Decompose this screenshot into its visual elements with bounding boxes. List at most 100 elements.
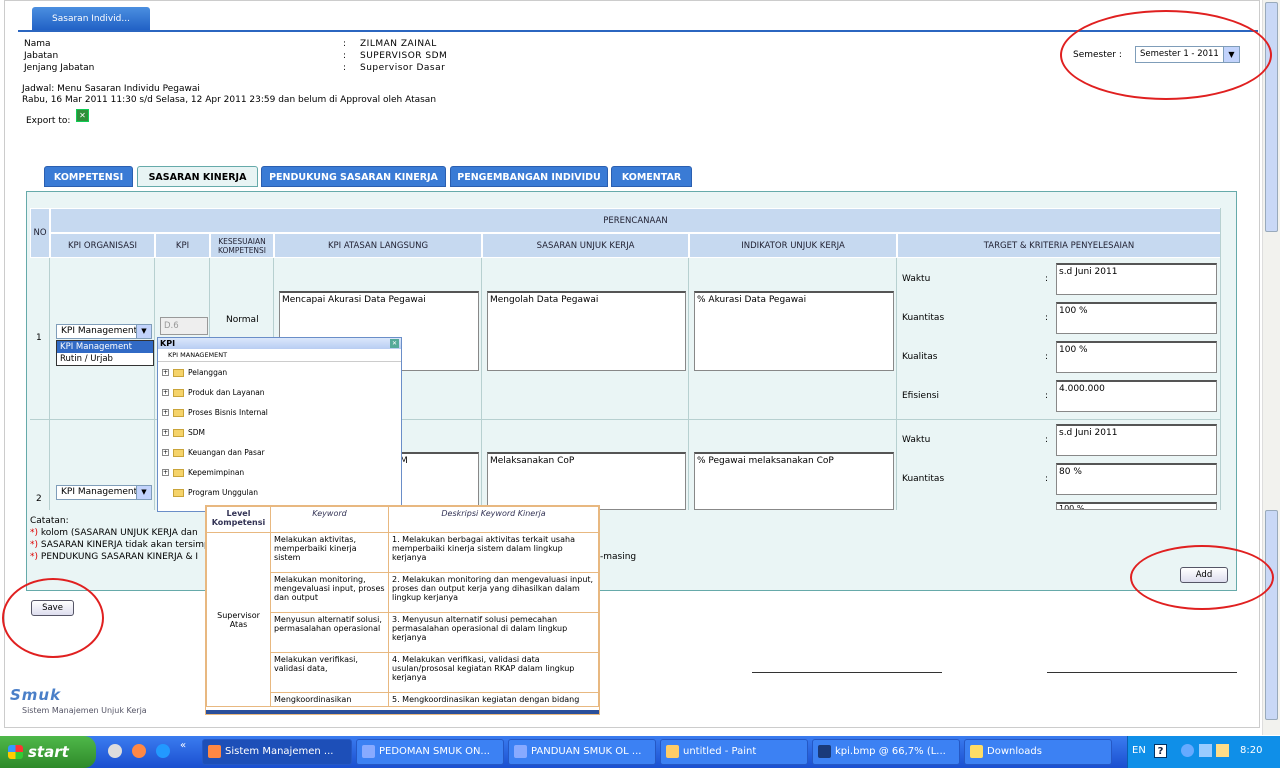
folder-icon xyxy=(173,408,184,417)
taskbar-item[interactable]: untitled - Paint xyxy=(660,739,808,765)
tree-item-produk[interactable]: + Produk dan Layanan xyxy=(162,388,265,397)
dropdown-option-rutin[interactable]: Rutin / Urjab xyxy=(57,353,153,365)
chevron-icon[interactable]: « xyxy=(180,740,186,751)
kesesuaian-value-1: Normal xyxy=(226,315,259,325)
expand-icon: + xyxy=(162,369,169,376)
popup-title-bar: KPI ✕ xyxy=(158,338,401,349)
folder-icon xyxy=(970,745,983,758)
target-label: Kuantitas xyxy=(902,474,945,484)
dropdown-option-kpi-management[interactable]: KPI Management xyxy=(57,341,153,353)
kpi-org-select-1[interactable]: KPI Management ▼ xyxy=(56,324,152,339)
colon: : xyxy=(343,39,347,49)
colon: : xyxy=(1045,435,1049,445)
taskbar-item[interactable]: kpi.bmp @ 66,7% (L... xyxy=(812,739,960,765)
folder-icon xyxy=(173,468,184,477)
catatan-line: SASARAN KINERJA tidak akan tersimp xyxy=(40,540,210,550)
kw-keyword: Melakukan verifikasi, validasi data, xyxy=(270,652,389,693)
colon: : xyxy=(1045,274,1049,284)
vertical-scrollbar[interactable] xyxy=(1262,0,1280,735)
tab-underline xyxy=(18,30,1258,32)
quicklaunch-icon[interactable] xyxy=(108,744,122,758)
name-label: Nama xyxy=(24,39,51,49)
target-input[interactable]: 100 % xyxy=(1056,502,1217,510)
expand-icon: + xyxy=(162,429,169,436)
tree-item-keuangan[interactable]: + Keuangan dan Pasar xyxy=(162,448,265,457)
tab-kompetensi[interactable]: KOMPETENSI xyxy=(44,166,133,187)
excel-icon[interactable]: ✕ xyxy=(76,109,89,122)
tree-item-program[interactable]: Program Unggulan xyxy=(173,488,258,497)
kw-header-level: Level Kompetensi xyxy=(206,506,271,533)
colon: : xyxy=(343,63,347,73)
target-input[interactable]: s.d Juni 2011 xyxy=(1056,263,1217,295)
taskbar-item[interactable]: Downloads xyxy=(964,739,1112,765)
target-label: Kuantitas xyxy=(902,313,945,323)
start-button[interactable]: start xyxy=(0,736,96,768)
annotation-circle xyxy=(2,578,104,658)
signature-line xyxy=(752,672,942,673)
folder-icon xyxy=(173,488,184,497)
kw-desc: 2. Melakukan monitoring dan mengevaluasi… xyxy=(388,572,599,613)
target-input[interactable]: 100 % xyxy=(1056,302,1217,334)
indikator-textarea-2[interactable]: % Pegawai melaksanakan CoP xyxy=(694,452,894,510)
smuk-logo: Smuk xyxy=(10,686,62,704)
jenjang-label: Jenjang Jabatan xyxy=(24,63,95,73)
help-icon[interactable]: ? xyxy=(1154,744,1167,758)
kw-desc: 5. Mengkoordinasikan kegiatan dengan bid… xyxy=(388,692,599,707)
annotation-circle xyxy=(1130,545,1274,610)
ie-icon[interactable] xyxy=(156,744,170,758)
kw-keyword: Menyusun alternatif solusi, permasalahan… xyxy=(270,612,389,653)
col-divider xyxy=(154,258,155,510)
col-kpi-atasan: KPI ATASAN LANGSUNG xyxy=(274,233,482,258)
kpi-field-1[interactable]: D.6 xyxy=(160,317,208,335)
kpi-org-select-2[interactable]: KPI Management ▼ xyxy=(56,485,152,500)
tray-arrow-icon[interactable] xyxy=(1181,744,1194,757)
tree-item-sdm[interactable]: + SDM xyxy=(162,428,205,437)
kw-keyword: Melakukan monitoring, mengevaluasi input… xyxy=(270,572,389,613)
sasaran-textarea-2[interactable]: Melaksanakan CoP xyxy=(487,452,686,510)
target-label: Efisiensi xyxy=(902,391,939,401)
tab-sasaran-kinerja[interactable]: SASARAN KINERJA xyxy=(137,166,258,187)
folder-icon xyxy=(173,448,184,457)
network-icon[interactable] xyxy=(1199,744,1212,757)
target-label: Waktu xyxy=(902,274,931,284)
kpi-tree-popup[interactable]: KPI ✕ KPI MANAGEMENT + Pelanggan + Produk d… xyxy=(157,337,402,512)
tree-item-pelanggan[interactable]: + Pelanggan xyxy=(162,368,227,377)
close-icon[interactable]: ✕ xyxy=(390,339,399,348)
sasaran-textarea-1[interactable]: Mengolah Data Pegawai xyxy=(487,291,686,371)
keyword-table: Level Kompetensi Keyword Deskripsi Keywo… xyxy=(205,505,600,715)
folder-icon xyxy=(173,428,184,437)
jadwal-line1: Jadwal: Menu Sasaran Individu Pegawai xyxy=(22,84,200,94)
word-icon xyxy=(514,745,527,758)
target-input[interactable]: s.d Juni 2011 xyxy=(1056,424,1217,456)
target-input[interactable]: 80 % xyxy=(1056,463,1217,495)
row2-no: 2 xyxy=(36,494,42,504)
kw-keyword: Melakukan aktivitas, memperbaiki kinerja… xyxy=(270,532,389,573)
target-input[interactable]: 4.000.000 xyxy=(1056,380,1217,412)
chevron-down-icon: ▼ xyxy=(136,325,151,338)
taskbar-item[interactable]: PANDUAN SMUK OL ... xyxy=(508,739,656,765)
browser-icon[interactable] xyxy=(132,744,146,758)
name-value: ZILMAN ZAINAL xyxy=(360,39,437,49)
tab-komentar[interactable]: KOMENTAR xyxy=(611,166,692,187)
photoshop-icon xyxy=(818,745,831,758)
kpi-org-dropdown-list[interactable]: KPI Management Rutin / Urjab xyxy=(56,340,154,366)
export-label: Export to: xyxy=(26,116,71,126)
tab-pengembangan-individu[interactable]: PENGEMBANGAN INDIVIDU xyxy=(450,166,608,187)
kw-desc: 1. Melakukan berbagai aktivitas terkait … xyxy=(388,532,599,573)
volume-icon[interactable] xyxy=(1216,744,1229,757)
tab-pendukung-sasaran-kinerja[interactable]: PENDUKUNG SASARAN KINERJA xyxy=(261,166,446,187)
tree-item-kepemimpinan[interactable]: + Kepemimpinan xyxy=(162,468,244,477)
col-divider xyxy=(481,258,482,510)
col-target: TARGET & KRITERIA PENYELESAIAN xyxy=(897,233,1221,258)
tree-item-proses[interactable]: + Proses Bisnis Internal xyxy=(162,408,268,417)
tab-sasaran-individu[interactable]: Sasaran Individ... xyxy=(32,7,150,31)
target-label: Waktu xyxy=(902,435,931,445)
firefox-icon xyxy=(208,745,221,758)
language-indicator[interactable]: EN xyxy=(1132,745,1146,756)
indikator-textarea-1[interactable]: % Akurasi Data Pegawai xyxy=(694,291,894,371)
taskbar-item[interactable]: PEDOMAN SMUK ON... xyxy=(356,739,504,765)
taskbar-item[interactable]: Sistem Manajemen ... xyxy=(202,739,352,765)
catatan-tail: -masing xyxy=(600,552,637,562)
target-label: Kualitas xyxy=(902,352,938,362)
target-input[interactable]: 100 % xyxy=(1056,341,1217,373)
